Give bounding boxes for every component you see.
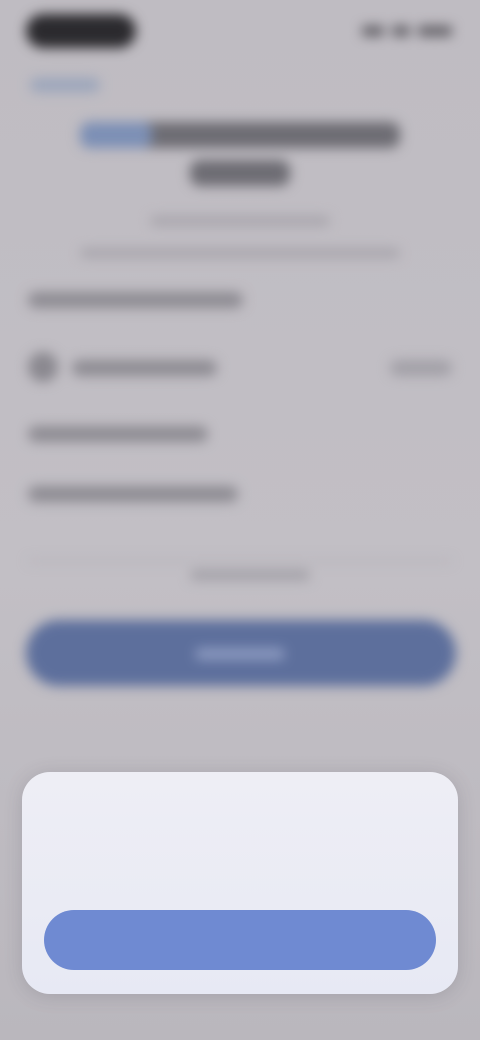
list-row[interactable] [28, 426, 208, 442]
back-link[interactable] [30, 78, 100, 92]
status-time-pill [26, 14, 136, 48]
sheet-confirm-button[interactable] [44, 910, 436, 970]
subtitle-line-1 [150, 216, 330, 226]
subtitle-line-2 [80, 248, 400, 258]
screen [0, 0, 480, 1040]
divider [28, 560, 452, 562]
battery-icon [418, 26, 452, 36]
page-title-accent [80, 122, 152, 148]
primary-button-label [195, 648, 285, 660]
footnote-text [190, 570, 310, 580]
list-row[interactable] [28, 292, 243, 308]
status-icons [362, 22, 452, 40]
list-row-value [390, 360, 452, 376]
list-row[interactable] [28, 486, 238, 502]
list-row[interactable] [72, 360, 217, 376]
page-title-line-2 [190, 160, 290, 186]
option-icon [28, 352, 58, 382]
bottom-sheet [22, 772, 458, 994]
wifi-icon [392, 26, 410, 36]
status-bar [0, 0, 480, 60]
signal-icon [362, 26, 384, 36]
